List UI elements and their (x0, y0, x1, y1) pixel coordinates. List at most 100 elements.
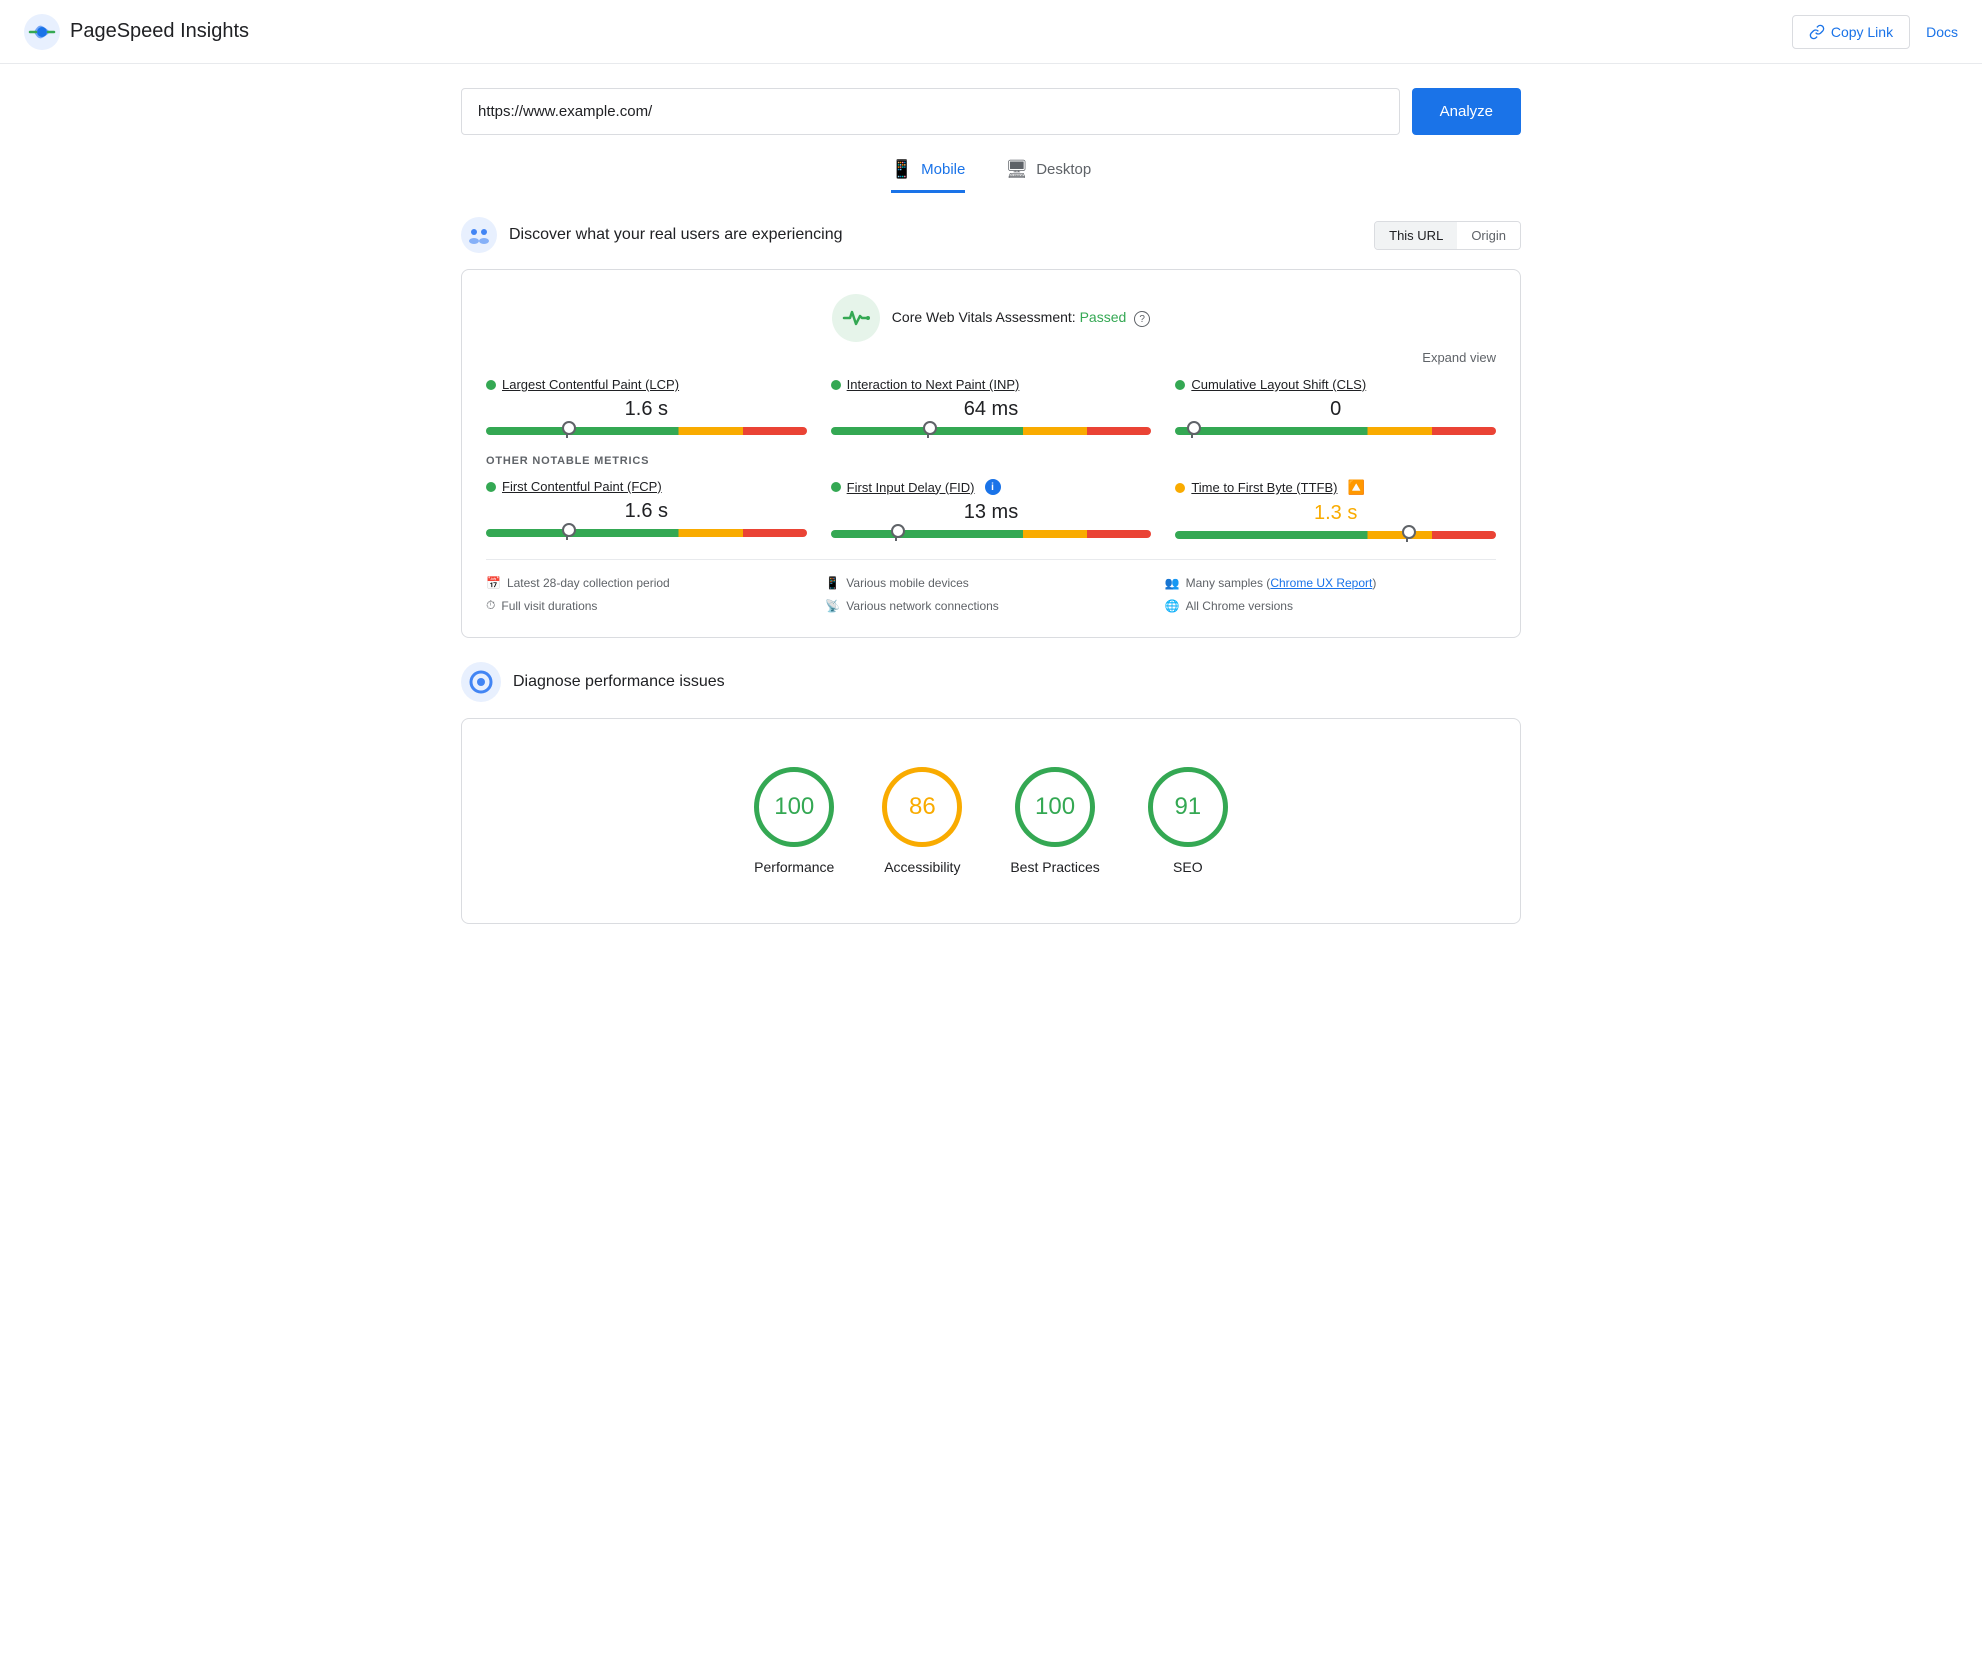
diagnose-title: Diagnose performance issues (513, 673, 725, 691)
metric-inp-label: Interaction to Next Paint (INP) (831, 377, 1152, 392)
ttfb-warning-icon: 🔼 (1347, 479, 1364, 496)
fcp-value: 1.6 s (486, 500, 807, 523)
footer-note-collection-text: Latest 28-day collection period (507, 576, 670, 590)
cwv-assessment-label: Core Web Vitals Assessment: (892, 309, 1076, 325)
metric-fid-label: First Input Delay (FID) i (831, 479, 1152, 495)
lcp-link[interactable]: Largest Contentful Paint (LCP) (502, 377, 679, 392)
accessibility-value: 86 (909, 793, 936, 821)
url-input[interactable] (461, 88, 1400, 135)
fid-status-dot (831, 482, 841, 492)
chrome-ux-report-link[interactable]: Chrome UX Report (1270, 576, 1372, 590)
footer-note-duration-text: Full visit durations (501, 599, 597, 613)
footer-note-collection: 📅 Latest 28-day collection period (486, 576, 817, 590)
diagnose-section-header: Diagnose performance issues (461, 662, 1521, 702)
fid-link[interactable]: First Input Delay (FID) (847, 480, 975, 495)
score-accessibility: 86 Accessibility (882, 767, 962, 875)
other-metrics-grid: First Contentful Paint (FCP) 1.6 s First… (486, 479, 1496, 539)
metric-fcp-label: First Contentful Paint (FCP) (486, 479, 807, 494)
docs-link[interactable]: Docs (1926, 24, 1958, 40)
ttfb-bar (1175, 531, 1496, 539)
fid-value: 13 ms (831, 501, 1152, 524)
tab-mobile[interactable]: 📱 Mobile (891, 159, 966, 193)
best-practices-label: Best Practices (1010, 859, 1099, 875)
lcp-bar (486, 427, 807, 435)
cls-status-dot (1175, 380, 1185, 390)
footer-note-samples: 👥 Many samples (Chrome UX Report) (1165, 576, 1496, 590)
pagespeed-logo (24, 14, 60, 50)
scores-grid: 100 Performance 86 Accessibility 100 Bes… (486, 743, 1496, 899)
metric-fcp: First Contentful Paint (FCP) 1.6 s (486, 479, 807, 539)
metric-cls-label: Cumulative Layout Shift (CLS) (1175, 377, 1496, 392)
scores-card: 100 Performance 86 Accessibility 100 Bes… (461, 718, 1521, 924)
globe-icon: 🌐 (1165, 599, 1180, 613)
lcp-value: 1.6 s (486, 398, 807, 421)
performance-label: Performance (754, 859, 834, 875)
lcp-status-dot (486, 380, 496, 390)
accessibility-circle: 86 (882, 767, 962, 847)
ttfb-value: 1.3 s (1175, 502, 1496, 525)
footer-note-network: 📡 Various network connections (825, 598, 1156, 613)
header-left: PageSpeed Insights (24, 14, 249, 50)
metric-cls: Cumulative Layout Shift (CLS) 0 (1175, 377, 1496, 435)
cls-bar (1175, 427, 1496, 435)
copy-link-button[interactable]: Copy Link (1792, 15, 1910, 49)
footer-note-samples-text: Many samples (Chrome UX Report) (1186, 576, 1377, 590)
real-users-title: Discover what your real users are experi… (509, 226, 842, 244)
footer-note-devices: 📱 Various mobile devices (825, 576, 1156, 590)
section-header-left: Discover what your real users are experi… (461, 217, 842, 253)
seo-circle: 91 (1148, 767, 1228, 847)
heartbeat-icon (842, 304, 870, 332)
fcp-status-dot (486, 482, 496, 492)
metric-ttfb-label: Time to First Byte (TTFB) 🔼 (1175, 479, 1496, 496)
best-practices-value: 100 (1035, 793, 1075, 821)
ttfb-marker (1406, 528, 1408, 542)
tabs: 📱 Mobile 🖥 Desktop (461, 159, 1521, 193)
tab-mobile-label: Mobile (921, 161, 965, 178)
real-users-icon (461, 217, 497, 253)
origin-button[interactable]: Origin (1457, 222, 1520, 249)
link-icon (1809, 24, 1825, 40)
timer-icon: ⏱ (486, 598, 495, 613)
inp-bar (831, 427, 1152, 435)
cwv-icon (832, 294, 880, 342)
fid-info-icon[interactable]: i (985, 479, 1001, 495)
tab-desktop[interactable]: 🖥 Desktop (1005, 159, 1091, 193)
score-performance: 100 Performance (754, 767, 834, 875)
metric-ttfb: Time to First Byte (TTFB) 🔼 1.3 s (1175, 479, 1496, 539)
question-icon[interactable]: ? (1134, 311, 1150, 327)
inp-link[interactable]: Interaction to Next Paint (INP) (847, 377, 1020, 392)
search-row: Analyze (461, 88, 1521, 135)
mobile-devices-icon: 📱 (825, 576, 840, 590)
metric-inp: Interaction to Next Paint (INP) 64 ms (831, 377, 1152, 435)
cls-link[interactable]: Cumulative Layout Shift (CLS) (1191, 377, 1366, 392)
score-seo: 91 SEO (1148, 767, 1228, 875)
seo-label: SEO (1173, 859, 1203, 875)
cwv-assessment-text: Core Web Vitals Assessment: Passed ? (892, 309, 1150, 328)
footer-note-duration: ⏱ Full visit durations (486, 598, 817, 613)
score-best-practices: 100 Best Practices (1010, 767, 1099, 875)
this-url-button[interactable]: This URL (1375, 222, 1457, 249)
mobile-icon: 📱 (891, 159, 913, 180)
people-icon: 👥 (1165, 576, 1180, 590)
expand-view[interactable]: Expand view (486, 350, 1496, 365)
footer-note-network-text: Various network connections (846, 599, 999, 613)
ttfb-link[interactable]: Time to First Byte (TTFB) (1191, 480, 1337, 495)
cls-marker (1191, 424, 1193, 438)
fcp-link[interactable]: First Contentful Paint (FCP) (502, 479, 662, 494)
desktop-icon: 🖥 (1005, 159, 1028, 180)
footer-note-chrome: 🌐 All Chrome versions (1165, 598, 1496, 613)
main-content: Analyze 📱 Mobile 🖥 Desktop Discover what… (441, 64, 1541, 972)
network-icon: 📡 (825, 599, 840, 613)
inp-status-dot (831, 380, 841, 390)
analyze-button[interactable]: Analyze (1412, 88, 1521, 135)
lcp-marker (566, 424, 568, 438)
header: PageSpeed Insights Copy Link Docs (0, 0, 1982, 64)
metric-lcp-label: Largest Contentful Paint (LCP) (486, 377, 807, 392)
main-metrics-grid: Largest Contentful Paint (LCP) 1.6 s Int… (486, 377, 1496, 435)
cls-value: 0 (1175, 398, 1496, 421)
fcp-bar (486, 529, 807, 537)
seo-value: 91 (1174, 793, 1201, 821)
tab-desktop-label: Desktop (1036, 161, 1091, 178)
fcp-marker (566, 526, 568, 540)
notable-metrics-label: OTHER NOTABLE METRICS (486, 455, 1496, 467)
